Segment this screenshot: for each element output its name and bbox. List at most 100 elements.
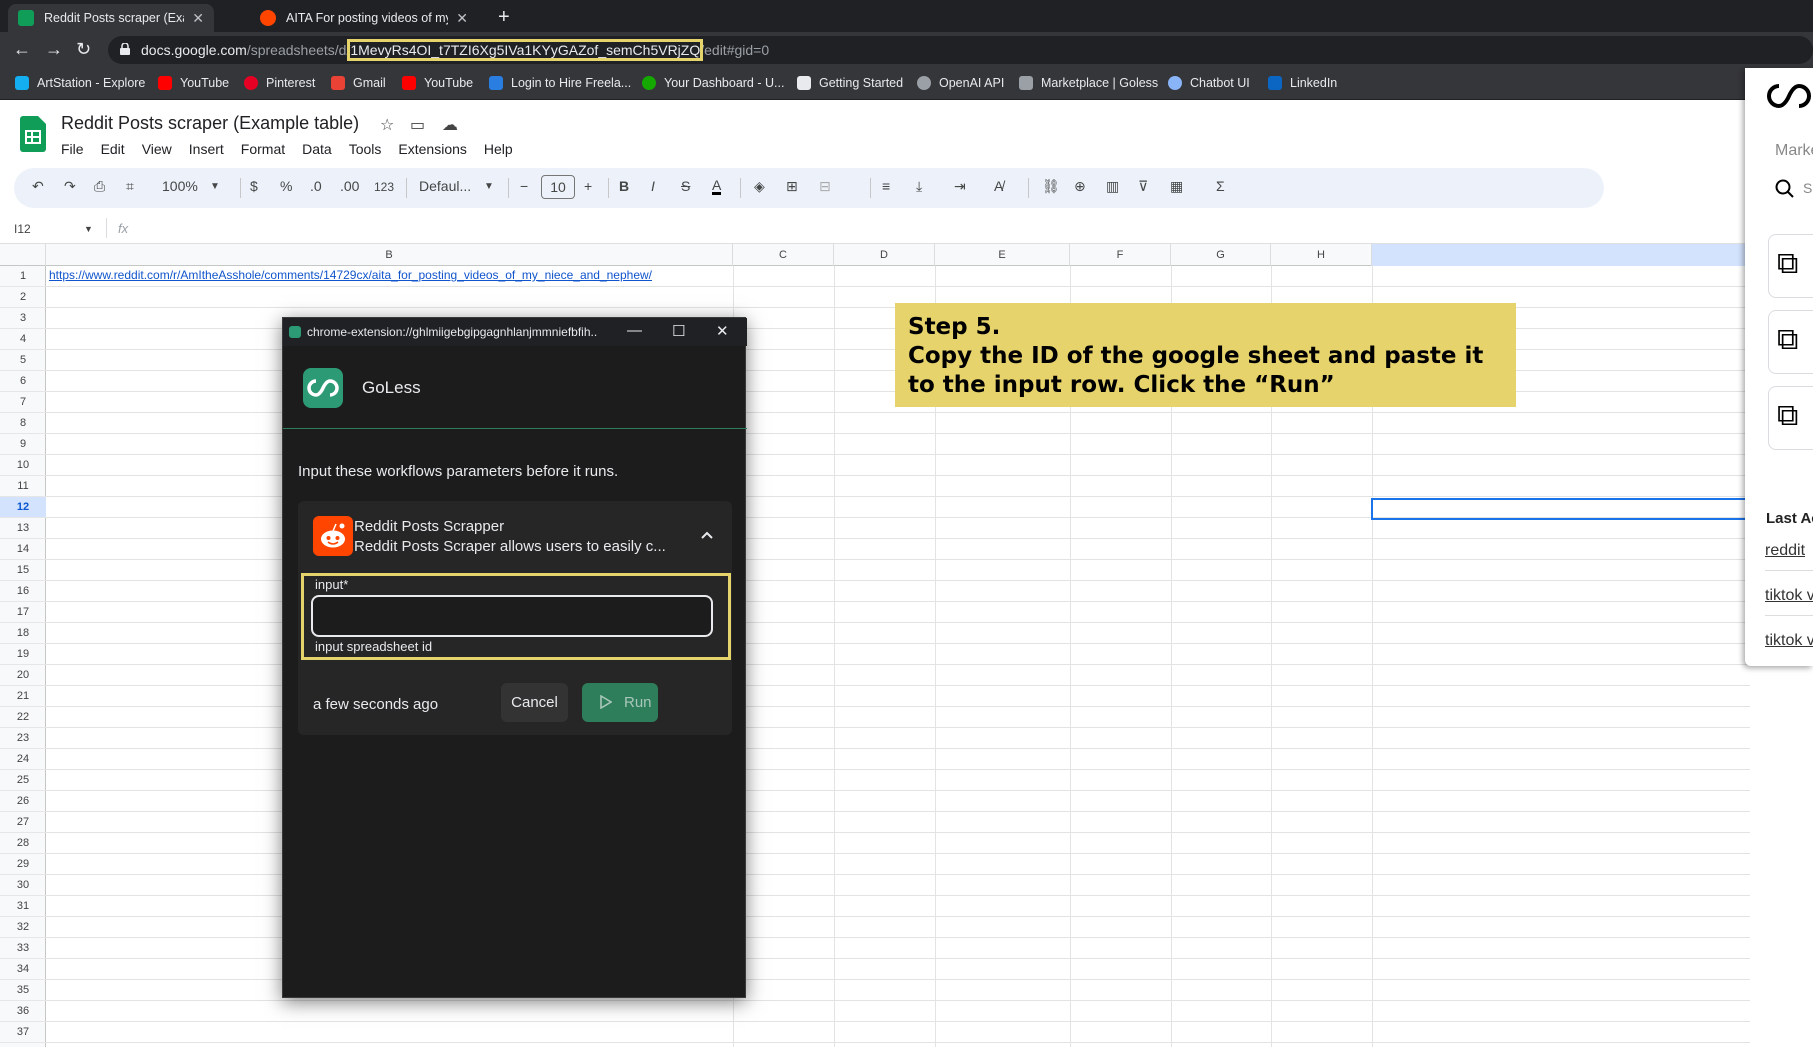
new-tab-button[interactable]: + [498, 6, 510, 29]
row-header[interactable]: 27 [0, 812, 46, 833]
workflow-card[interactable]: ⧉ [1768, 310, 1813, 374]
move-folder-icon[interactable]: ▭ [410, 115, 425, 135]
bookmark-freelancer[interactable]: Login to Hire Freela... [489, 76, 631, 90]
bookmark-pinterest[interactable]: Pinterest [244, 76, 315, 90]
search-icon[interactable] [1775, 179, 1795, 199]
font-select[interactable]: Defaul... [419, 178, 471, 194]
bookmark-upwork[interactable]: Your Dashboard - U... [642, 76, 784, 90]
bookmark-youtube[interactable]: YouTube [158, 76, 229, 90]
last-activity-link[interactable]: reddit [1765, 542, 1805, 560]
row-header[interactable]: 6 [0, 371, 46, 392]
row-header[interactable]: 5 [0, 350, 46, 371]
bold-button[interactable]: B [619, 178, 629, 194]
close-icon[interactable]: ✕ [716, 322, 729, 340]
chevron-down-icon[interactable]: ▼ [210, 181, 220, 192]
merge-cells-icon[interactable]: ⊟ [819, 178, 831, 195]
row-header[interactable]: 10 [0, 455, 46, 476]
close-icon[interactable]: ✕ [192, 10, 204, 27]
cloud-status-icon[interactable]: ☁ [442, 115, 458, 135]
google-sheets-logo-icon[interactable] [20, 116, 46, 152]
row-header[interactable]: 29 [0, 854, 46, 875]
row-header[interactable]: 4 [0, 329, 46, 350]
column-header-e[interactable]: E [935, 244, 1070, 266]
workflow-card[interactable]: ⧉ [1768, 234, 1813, 298]
text-rotation-icon[interactable]: A̸ [994, 178, 1003, 194]
marketplace-label[interactable]: Marke [1775, 142, 1813, 160]
chevron-down-icon[interactable]: ▼ [84, 224, 93, 234]
paint-format-icon[interactable]: ⌗ [126, 178, 134, 195]
currency-format-button[interactable]: $ [250, 178, 258, 194]
percent-format-button[interactable]: % [280, 178, 292, 194]
column-header-h[interactable]: H [1271, 244, 1372, 266]
cell-b1-link[interactable]: https://www.reddit.com/r/AmItheAsshole/c… [49, 268, 652, 282]
text-wrap-icon[interactable]: ⇥ [954, 178, 966, 195]
chevron-down-icon[interactable]: ▼ [484, 181, 494, 192]
undo-icon[interactable]: ↶ [32, 178, 44, 195]
bookmark-getting-started[interactable]: Getting Started [797, 76, 903, 90]
bookmark-gmail[interactable]: Gmail [331, 76, 386, 90]
vertical-align-icon[interactable]: ⤓ [916, 178, 922, 195]
row-header[interactable]: 28 [0, 833, 46, 854]
insert-chart-icon[interactable]: ▥ [1106, 178, 1119, 195]
row-header[interactable]: 16 [0, 581, 46, 602]
address-bar[interactable]: docs.google.com/spreadsheets/d/1MevyRs4O… [108, 36, 1813, 64]
decrease-font-size-button[interactable]: − [520, 178, 528, 194]
menu-data[interactable]: Data [302, 141, 332, 157]
spreadsheet-id-input[interactable] [311, 595, 713, 637]
row-header[interactable]: 2 [0, 287, 46, 308]
run-button[interactable]: Run [582, 683, 658, 722]
row-header[interactable]: 18 [0, 623, 46, 644]
selected-cell-i12[interactable] [1371, 498, 1750, 520]
workflow-card[interactable]: ⧉ [1768, 386, 1813, 450]
star-icon[interactable]: ☆ [380, 115, 394, 135]
row-header[interactable]: 25 [0, 770, 46, 791]
row-header[interactable]: 31 [0, 896, 46, 917]
reload-icon[interactable]: ↻ [76, 39, 91, 60]
row-header[interactable]: 11 [0, 476, 46, 497]
borders-icon[interactable]: ⊞ [786, 178, 798, 195]
menu-insert[interactable]: Insert [189, 141, 224, 157]
document-title[interactable]: Reddit Posts scraper (Example table) [61, 113, 359, 134]
italic-button[interactable]: I [651, 178, 655, 194]
last-activity-link[interactable]: tiktok v [1765, 587, 1813, 605]
forward-arrow-icon[interactable]: → [45, 39, 63, 60]
menu-tools[interactable]: Tools [349, 141, 382, 157]
functions-button[interactable]: Σ [1216, 178, 1225, 194]
row-header[interactable]: 26 [0, 791, 46, 812]
row-header[interactable]: 23 [0, 728, 46, 749]
column-header-g[interactable]: G [1171, 244, 1271, 266]
row-header[interactable]: 13 [0, 518, 46, 539]
print-icon[interactable]: ⎙ [94, 178, 105, 195]
row-header[interactable]: 20 [0, 665, 46, 686]
row-header[interactable]: 14 [0, 539, 46, 560]
zoom-select[interactable]: 100% [162, 178, 198, 194]
menu-file[interactable]: File [61, 141, 84, 157]
redo-icon[interactable]: ↷ [64, 178, 76, 195]
bookmark-goless[interactable]: Marketplace | Goless [1019, 76, 1158, 90]
row-header[interactable]: 17 [0, 602, 46, 623]
back-arrow-icon[interactable]: ← [13, 39, 31, 60]
maximize-icon[interactable]: ☐ [672, 322, 685, 340]
insert-link-icon[interactable]: ⛓ [1042, 178, 1060, 195]
row-header[interactable]: 7 [0, 392, 46, 413]
row-header[interactable]: 35 [0, 980, 46, 1001]
column-header-i[interactable] [1372, 244, 1750, 266]
bookmark-openai[interactable]: OpenAI API [917, 76, 1004, 90]
row-header[interactable]: 34 [0, 959, 46, 980]
row-header[interactable]: 36 [0, 1001, 46, 1022]
close-icon[interactable]: ✕ [456, 10, 468, 27]
select-all-corner[interactable] [0, 244, 46, 266]
row-header[interactable]: 33 [0, 938, 46, 959]
row-header[interactable]: 21 [0, 686, 46, 707]
last-activity-link[interactable]: tiktok v [1765, 632, 1813, 650]
column-header-c[interactable]: C [733, 244, 834, 266]
column-header-b[interactable]: B [46, 244, 733, 266]
tab-aita-post[interactable]: AITA For posting videos of my ni ✕ [250, 4, 478, 32]
more-formats-button[interactable]: 123 [374, 180, 394, 194]
row-header[interactable]: 37 [0, 1022, 46, 1043]
menu-view[interactable]: View [142, 141, 172, 157]
row-header[interactable]: 22 [0, 707, 46, 728]
row-header[interactable]: 24 [0, 749, 46, 770]
filter-views-icon[interactable]: ▦ [1170, 178, 1183, 195]
fill-color-icon[interactable]: ◈ [754, 178, 765, 195]
